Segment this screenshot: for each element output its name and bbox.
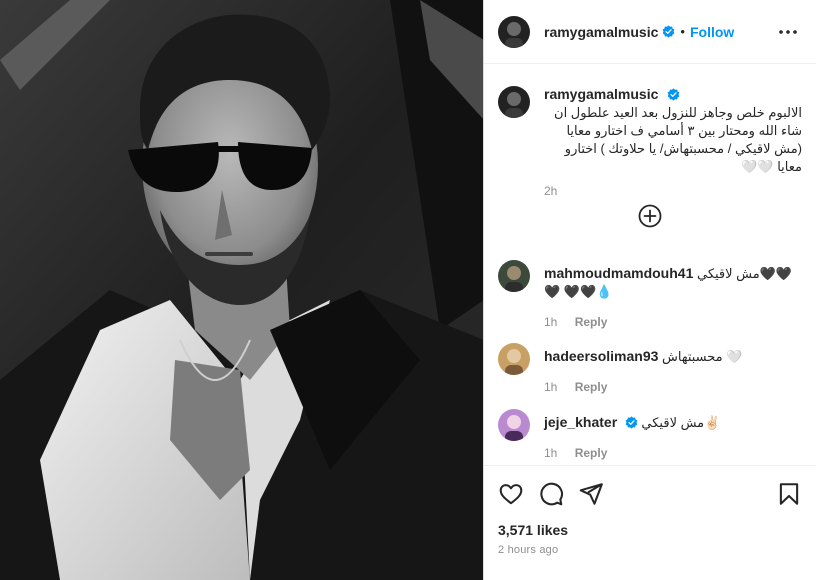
- comment-age: 1h: [544, 380, 558, 394]
- comment-meta: 1h Reply: [544, 446, 802, 460]
- commenter-username[interactable]: mahmoudmamdouh41: [544, 265, 693, 281]
- reply-button[interactable]: Reply: [575, 315, 608, 329]
- commenter-avatar[interactable]: [498, 409, 530, 441]
- comment-text: مش لاقيكي✌🏻: [641, 415, 721, 430]
- reply-button[interactable]: Reply: [575, 446, 608, 460]
- commenter-avatar[interactable]: [498, 343, 530, 375]
- author-avatar[interactable]: [498, 15, 530, 48]
- header-separator: •: [680, 24, 685, 39]
- comments-scroll-area[interactable]: ramygamalmusic الالبوم خلص وجاهز للنزول …: [484, 64, 816, 464]
- post-timestamp[interactable]: 2 hours ago: [498, 544, 558, 556]
- comment-meta: 1h Reply: [544, 380, 802, 394]
- likes-count[interactable]: 3,571 likes: [498, 522, 568, 538]
- comment-text: محسبتهاش 🤍: [662, 349, 743, 364]
- post-photo[interactable]: [0, 0, 484, 580]
- portrait-image: [0, 0, 483, 580]
- caption-username[interactable]: ramygamalmusic: [544, 86, 658, 102]
- verified-badge-icon: [625, 416, 638, 429]
- follow-button[interactable]: Follow: [690, 24, 734, 40]
- plus-circle-icon[interactable]: [638, 204, 662, 228]
- post-header: ramygamalmusic • Follow: [484, 0, 816, 64]
- post-actions: 3,571 likes 2 hours ago: [484, 465, 816, 580]
- heart-icon[interactable]: [498, 481, 524, 507]
- commenter-username[interactable]: jeje_khater: [544, 414, 617, 430]
- comment-age: 1h: [544, 315, 558, 329]
- caption-text: الالبوم خلص وجاهز للنزول بعد العيد علطول…: [554, 105, 802, 174]
- caption-age: 2h: [544, 184, 558, 198]
- more-options-icon[interactable]: [778, 23, 798, 41]
- verified-badge-icon: [663, 25, 675, 38]
- comment-age: 1h: [544, 446, 558, 460]
- caption-avatar[interactable]: [498, 86, 530, 118]
- commenter-avatar[interactable]: [498, 260, 530, 292]
- reply-button[interactable]: Reply: [575, 380, 608, 394]
- commenter-username[interactable]: hadeersoliman93: [544, 348, 658, 364]
- share-icon[interactable]: [578, 481, 604, 507]
- post-modal: ramygamalmusic • Follow ramygamalmusic ا…: [0, 0, 816, 580]
- comment-icon[interactable]: [538, 481, 564, 507]
- comment-meta: 1h Reply: [544, 315, 802, 329]
- author-username[interactable]: ramygamalmusic: [544, 24, 658, 40]
- verified-badge-icon: [667, 88, 680, 101]
- post-sidebar: ramygamalmusic • Follow ramygamalmusic ا…: [484, 0, 816, 580]
- bookmark-icon[interactable]: [776, 481, 802, 507]
